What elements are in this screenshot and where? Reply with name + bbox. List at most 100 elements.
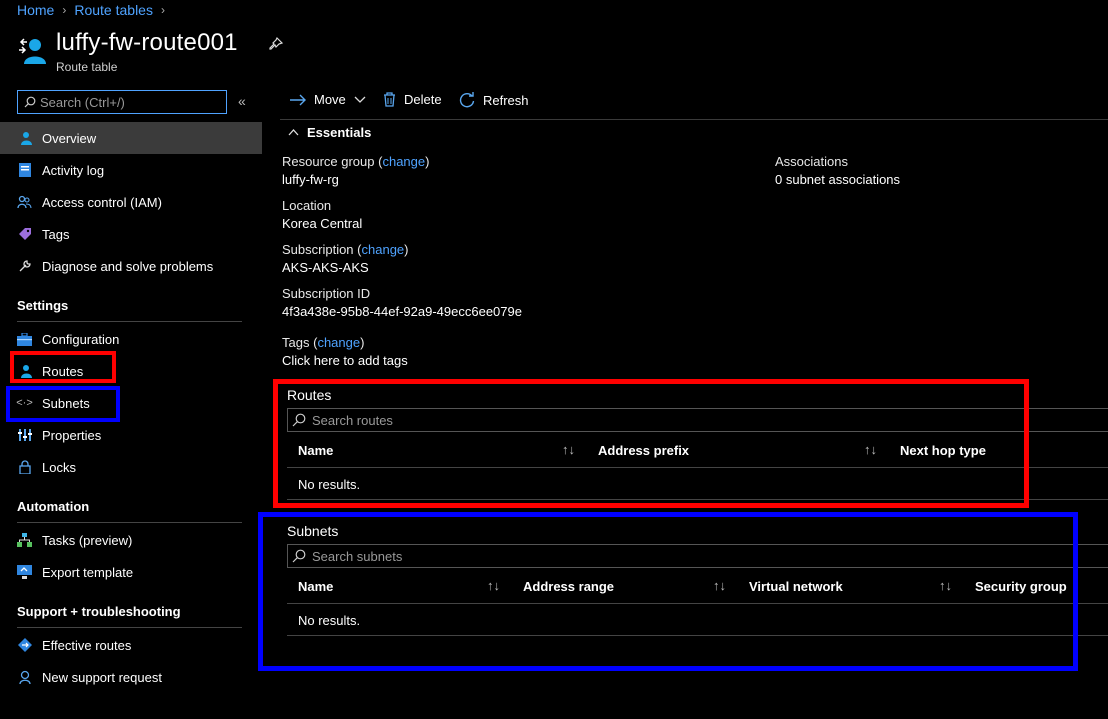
column-header-name[interactable]: Name — [298, 579, 333, 594]
sort-icon[interactable]: ↑↓ — [487, 578, 500, 593]
activity-log-icon — [17, 163, 32, 178]
sort-icon[interactable]: ↑↓ — [562, 442, 575, 457]
toolbar-divider — [280, 119, 1108, 120]
briefcase-icon — [17, 332, 32, 347]
refresh-label: Refresh — [483, 92, 529, 108]
sort-icon[interactable]: ↑↓ — [713, 578, 726, 593]
section-divider — [17, 321, 242, 322]
essentials-title: Essentials — [307, 125, 372, 140]
delete-button[interactable]: Delete — [383, 92, 442, 107]
sidebar-item-label: Subnets — [42, 395, 90, 411]
route-table-icon — [17, 364, 32, 379]
chevron-down-icon — [354, 96, 366, 103]
grid-divider — [287, 499, 1108, 500]
paren-close: ) — [425, 154, 430, 169]
wrench-icon — [17, 259, 32, 274]
lock-icon — [17, 460, 32, 475]
change-resource-group-link[interactable]: change — [382, 154, 425, 169]
search-routes-placeholder: Search routes — [312, 412, 393, 428]
support-person-icon — [17, 670, 32, 685]
sidebar-search[interactable] — [17, 90, 227, 114]
sidebar-item-properties[interactable]: Properties — [0, 419, 262, 451]
sort-icon[interactable]: ↑↓ — [864, 442, 877, 457]
sidebar-item-tasks[interactable]: Tasks (preview) — [0, 524, 262, 556]
chevron-up-icon — [288, 129, 299, 136]
subscription-value[interactable]: AKS-AKS-AKS — [282, 260, 369, 275]
column-header-name[interactable]: Name — [298, 443, 333, 458]
sidebar-item-activity-log[interactable]: Activity log — [0, 154, 262, 186]
sidebar-item-diagnose[interactable]: Diagnose and solve problems — [0, 250, 262, 282]
arrow-right-icon — [290, 94, 306, 105]
route-table-icon — [19, 38, 46, 64]
search-routes-input[interactable]: Search routes — [287, 408, 1108, 432]
tasks-icon — [17, 533, 32, 548]
pin-icon[interactable] — [268, 36, 284, 52]
column-header-address-range[interactable]: Address range — [523, 579, 614, 594]
sidebar-item-effective-routes[interactable]: Effective routes — [0, 629, 262, 661]
change-tags-link[interactable]: change — [317, 335, 360, 350]
diamond-route-icon — [17, 638, 32, 653]
search-subnets-input[interactable]: Search subnets — [287, 544, 1108, 568]
page-title: luffy-fw-route001 — [56, 29, 238, 56]
sidebar-item-export-template[interactable]: Export template — [0, 556, 262, 588]
sort-icon[interactable]: ↑↓ — [939, 578, 952, 593]
resource-group-label: Resource group (change) — [282, 154, 429, 169]
sidebar-item-label: Diagnose and solve problems — [42, 258, 214, 274]
location-label: Location — [282, 198, 332, 213]
sidebar-item-label: Locks — [42, 459, 76, 475]
subnets-empty-message: No results. — [298, 613, 361, 628]
routes-grid-title: Routes — [287, 387, 332, 403]
section-settings: Settings — [17, 298, 69, 313]
add-tags-link[interactable]: Click here to add tags — [282, 353, 408, 368]
subscription-label: Subscription (change) — [282, 242, 409, 257]
breadcrumb-home[interactable]: Home — [17, 2, 54, 18]
search-icon — [24, 96, 36, 108]
sidebar-item-configuration[interactable]: Configuration — [0, 323, 262, 355]
essentials-toggle[interactable]: Essentials — [288, 125, 371, 140]
chevron-right-icon: › — [62, 3, 67, 17]
resource-group-value[interactable]: luffy-fw-rg — [282, 172, 339, 187]
routes-empty-message: No results. — [298, 477, 361, 492]
sidebar-item-tags[interactable]: Tags — [0, 218, 262, 250]
properties-icon — [17, 428, 32, 443]
tag-icon — [17, 227, 32, 242]
sidebar-search-input[interactable] — [40, 94, 220, 110]
section-automation: Automation — [17, 499, 90, 514]
grid-divider — [287, 603, 1108, 604]
column-header-address-prefix[interactable]: Address prefix — [598, 443, 689, 458]
sidebar-item-locks[interactable]: Locks — [0, 451, 262, 483]
sidebar-item-new-support-request[interactable]: New support request — [0, 661, 262, 693]
refresh-icon — [459, 92, 475, 108]
chevron-right-icon: › — [160, 3, 165, 17]
subscription-id-label: Subscription ID — [282, 286, 371, 301]
sidebar-item-overview[interactable]: Overview — [0, 122, 262, 154]
grid-divider — [287, 635, 1108, 636]
change-subscription-link[interactable]: change — [362, 242, 405, 257]
sidebar-item-routes[interactable]: Routes — [0, 355, 262, 387]
breadcrumb: Home › Route tables › — [17, 2, 165, 18]
sidebar-item-access-control[interactable]: Access control (IAM) — [0, 186, 262, 218]
sidebar-item-label: New support request — [42, 669, 162, 685]
associations-value: 0 subnet associations — [775, 172, 901, 187]
location-value: Korea Central — [282, 216, 363, 231]
sidebar-item-subnets[interactable]: <·> Subnets — [0, 387, 262, 419]
column-header-next-hop-type[interactable]: Next hop type — [900, 443, 986, 458]
subscription-label-text: Subscription — [282, 242, 354, 257]
collapse-sidebar-icon[interactable]: « — [238, 93, 246, 109]
sidebar-item-label: Activity log — [42, 162, 105, 178]
delete-label: Delete — [404, 92, 442, 107]
refresh-button[interactable]: Refresh — [459, 92, 529, 108]
column-header-security-group[interactable]: Security group — [975, 579, 1067, 594]
code-brackets-icon: <·> — [16, 397, 33, 409]
users-icon — [17, 195, 32, 210]
column-header-virtual-network[interactable]: Virtual network — [749, 579, 843, 594]
page-subtitle: Route table — [56, 60, 118, 74]
move-label: Move — [314, 92, 346, 107]
tags-label-text: Tags — [282, 335, 310, 350]
breadcrumb-route-tables[interactable]: Route tables — [74, 2, 153, 18]
subnets-grid-title: Subnets — [287, 523, 339, 539]
trash-icon — [384, 92, 395, 107]
sidebar-item-label: Effective routes — [42, 637, 132, 653]
search-icon — [292, 549, 306, 563]
move-button[interactable]: Move — [290, 92, 366, 107]
